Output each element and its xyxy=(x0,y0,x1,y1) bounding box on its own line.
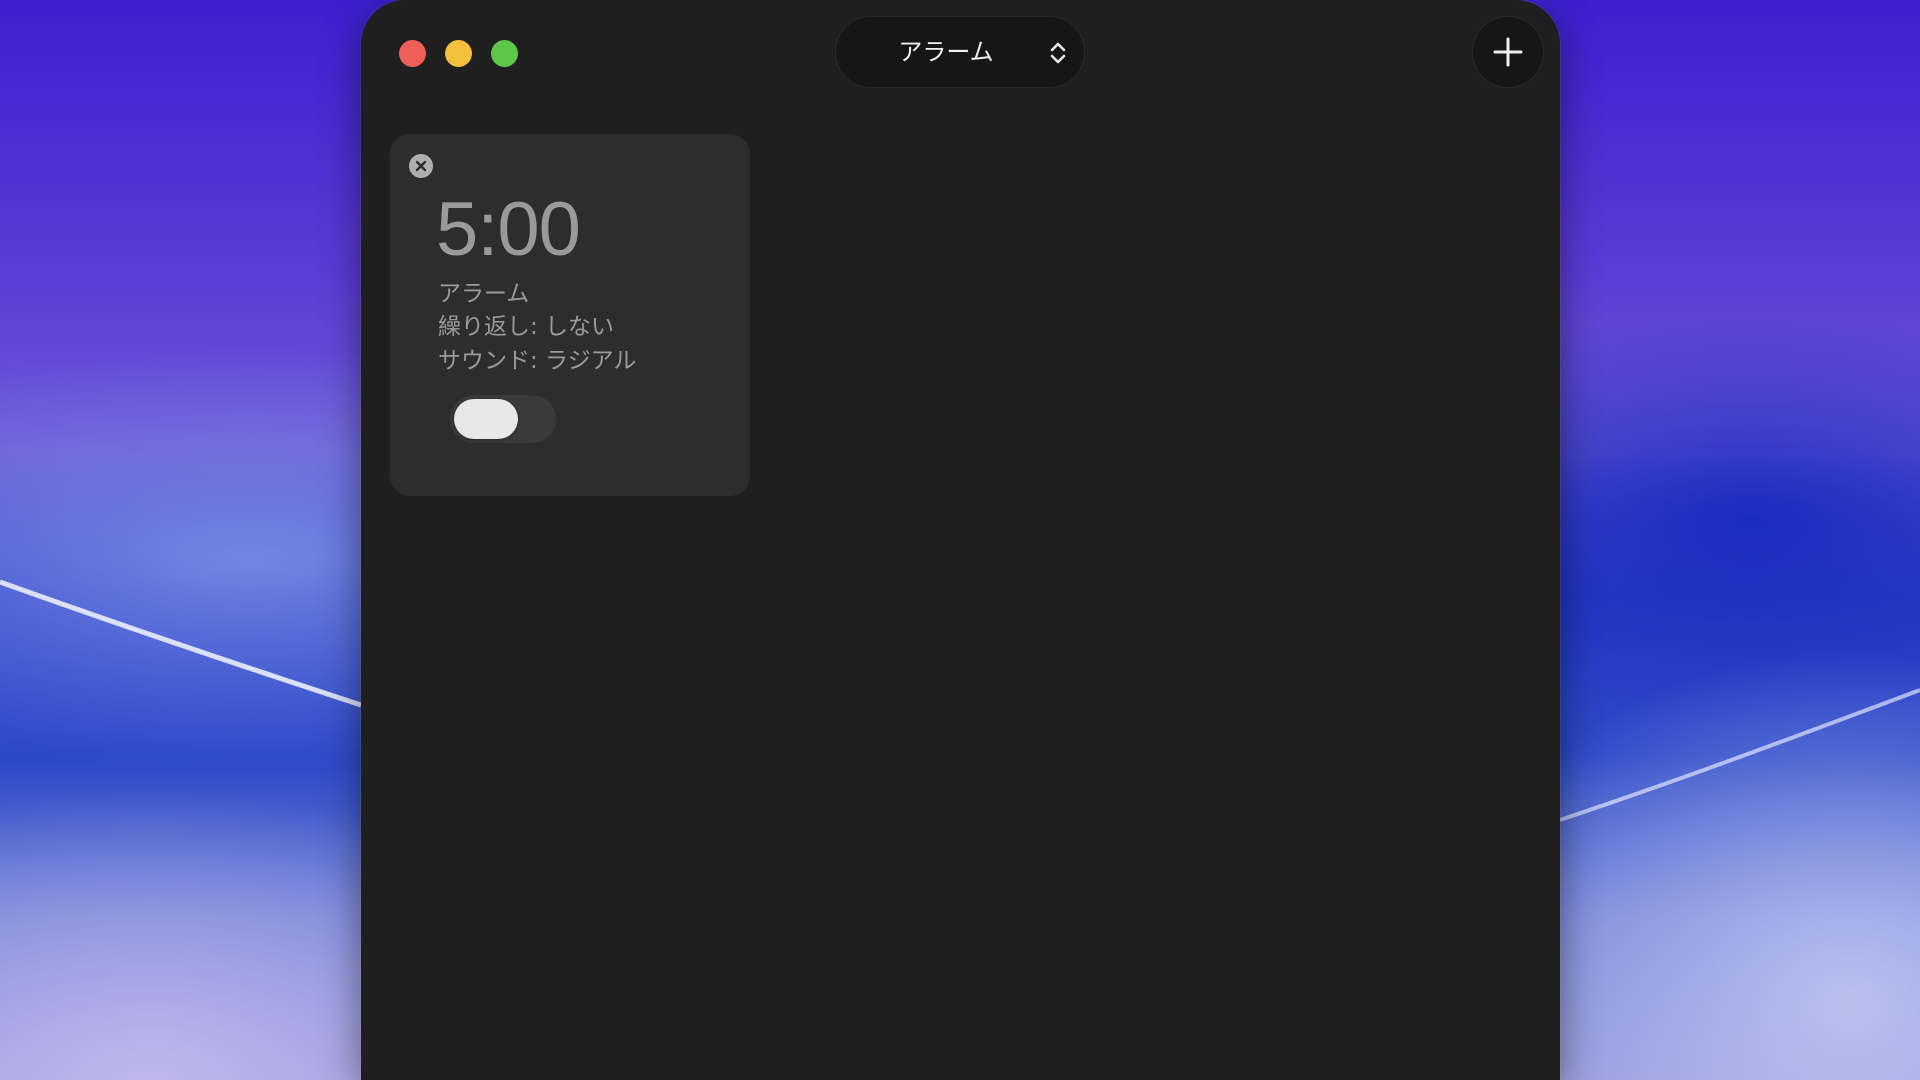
view-picker-dropdown[interactable]: アラーム xyxy=(836,17,1084,87)
add-alarm-button[interactable] xyxy=(1473,17,1543,87)
close-icon xyxy=(415,160,427,172)
plus-icon xyxy=(1493,37,1523,67)
alarm-sound: サウンド: ラジアル xyxy=(438,348,637,374)
alarm-repeat: 繰り返し: しない xyxy=(438,314,615,340)
chevron-up-down-icon xyxy=(1050,42,1066,64)
alarm-enabled-toggle[interactable] xyxy=(450,395,556,443)
view-picker-label: アラーム xyxy=(898,38,994,66)
delete-alarm-button[interactable] xyxy=(409,154,433,178)
window-zoom-button[interactable] xyxy=(491,40,518,67)
clock-app-window: アラーム 5:00 アラーム 繰り返し: しない サウンド: ラジアル xyxy=(361,0,1560,1080)
alarm-card[interactable]: 5:00 アラーム 繰り返し: しない サウンド: ラジアル xyxy=(390,134,750,496)
alarm-label: アラーム xyxy=(438,281,530,307)
alarm-time: 5:00 xyxy=(436,187,581,272)
window-close-button[interactable] xyxy=(399,40,426,67)
toggle-knob xyxy=(454,399,518,439)
window-minimize-button[interactable] xyxy=(445,40,472,67)
